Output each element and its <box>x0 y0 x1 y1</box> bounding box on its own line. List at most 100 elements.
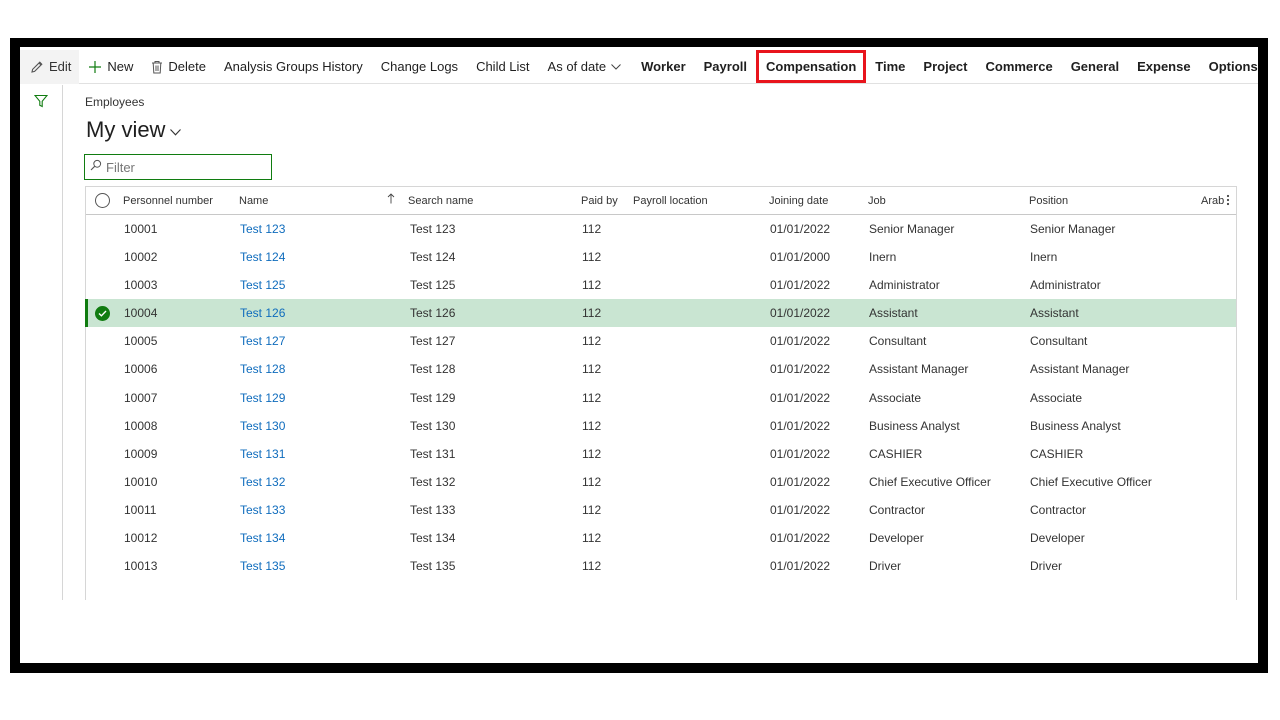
change-logs-button[interactable]: Change Logs <box>372 50 467 84</box>
pencil-icon <box>30 60 44 74</box>
cell-position: Contractor <box>1030 502 1087 517</box>
row-selected-check-icon[interactable] <box>95 306 110 322</box>
tab-payroll[interactable]: Payroll <box>695 50 756 84</box>
filter-pane-icon[interactable] <box>33 94 49 113</box>
cell-paid-by: 112 <box>582 306 602 321</box>
tab-expense[interactable]: Expense <box>1128 50 1199 84</box>
table-row[interactable]: 10005 Test 127 Test 127 112 01/01/2022 Consul… <box>86 327 1236 355</box>
cell-paid-by: 112 <box>582 390 602 405</box>
cell-job: Driver <box>869 559 901 574</box>
cell-paid-by: 112 <box>582 502 602 517</box>
tab-worker[interactable]: Worker <box>632 50 695 84</box>
cell-joining-date: 01/01/2022 <box>770 531 831 546</box>
cell-name-link[interactable]: Test 127 <box>240 334 285 348</box>
cell-name-link[interactable]: Test 132 <box>240 475 285 489</box>
cell-search-name: Test 132 <box>410 474 456 489</box>
cell-personnel-number: 10009 <box>124 446 158 461</box>
cell-joining-date: 01/01/2022 <box>770 446 831 461</box>
as-of-date-label: As of date <box>547 59 607 74</box>
cell-name-link[interactable]: Test 130 <box>240 419 285 433</box>
cell-joining-date: 01/01/2022 <box>770 278 831 293</box>
cell-search-name: Test 127 <box>410 334 456 349</box>
cell-name-link[interactable]: Test 124 <box>240 250 285 264</box>
cell-position: Assistant Manager <box>1030 362 1130 377</box>
tab-options[interactable]: Options <box>1200 50 1258 84</box>
table-row[interactable]: 10010 Test 132 Test 132 112 01/01/2022 Chief … <box>86 468 1236 496</box>
new-button[interactable]: New <box>79 50 142 84</box>
view-selector[interactable]: My view <box>86 117 182 143</box>
action-bar: Edit New Delete Analysis Groups History … <box>20 49 1258 84</box>
table-row[interactable]: 10003 Test 125 Test 125 112 01/01/2022 Admini… <box>86 271 1236 299</box>
cell-search-name: Test 129 <box>410 390 456 405</box>
header-search-name[interactable]: Search name <box>408 195 473 207</box>
filter-box <box>84 154 272 180</box>
analysis-groups-history-button[interactable]: Analysis Groups History <box>215 50 372 84</box>
cell-job: Consultant <box>869 334 927 349</box>
tab-general[interactable]: General <box>1062 50 1128 84</box>
table-row[interactable]: 10009 Test 131 Test 131 112 01/01/2022 CASHIE… <box>86 440 1236 468</box>
cell-search-name: Test 126 <box>410 306 456 321</box>
plus-icon <box>88 60 102 74</box>
header-paid-by[interactable]: Paid by <box>581 195 618 207</box>
tab-commerce[interactable]: Commerce <box>976 50 1061 84</box>
table-row[interactable]: 10001 Test 123 Test 123 112 01/01/2022 Senior… <box>86 215 1236 243</box>
table-row[interactable]: 10011 Test 133 Test 133 112 01/01/2022 Contra… <box>86 496 1236 524</box>
table-row[interactable]: 10008 Test 130 Test 130 112 01/01/2022 Busine… <box>86 412 1236 440</box>
cell-name-link[interactable]: Test 131 <box>240 447 285 461</box>
table-row[interactable]: 10007 Test 129 Test 129 112 01/01/2022 Associ… <box>86 384 1236 412</box>
table-row[interactable]: 10012 Test 134 Test 134 112 01/01/2022 Develo… <box>86 524 1236 552</box>
tab-project[interactable]: Project <box>914 50 976 84</box>
table-row[interactable]: 10002 Test 124 Test 124 112 01/01/2000 Inern I… <box>86 243 1236 271</box>
cell-name-link[interactable]: Test 126 <box>240 306 285 320</box>
cell-personnel-number: 10001 <box>124 222 158 236</box>
cell-name-link[interactable]: Test 135 <box>240 559 285 573</box>
cell-personnel-number: 10008 <box>124 418 158 433</box>
cell-position: Consultant <box>1030 334 1088 349</box>
header-job[interactable]: Job <box>868 195 886 207</box>
cell-name-link[interactable]: Test 128 <box>240 362 285 376</box>
cell-search-name: Test 123 <box>410 222 456 236</box>
cell-name-link[interactable]: Test 125 <box>240 278 285 292</box>
grid-header: Personnel number Name Search name Paid b… <box>86 187 1236 215</box>
tab-time[interactable]: Time <box>866 50 914 84</box>
cell-joining-date: 01/01/2022 <box>770 334 831 349</box>
table-row[interactable]: 10006 Test 128 Test 128 112 01/01/2022 Assist… <box>86 355 1236 383</box>
child-list-button[interactable]: Child List <box>467 50 538 84</box>
cell-personnel-number: 10006 <box>124 362 158 377</box>
cell-name-link[interactable]: Test 123 <box>240 222 285 236</box>
as-of-date-dropdown[interactable]: As of date <box>539 50 631 84</box>
employees-grid: Personnel number Name Search name Paid b… <box>85 186 1237 600</box>
filter-input[interactable] <box>106 159 266 175</box>
cell-job: Administrator <box>869 278 940 293</box>
cell-job: Contractor <box>869 502 926 517</box>
cell-name-link[interactable]: Test 129 <box>240 391 285 405</box>
more-options-icon[interactable] <box>1226 194 1230 209</box>
header-name[interactable]: Name <box>239 195 268 207</box>
cell-position: Business Analyst <box>1030 418 1121 433</box>
header-arab[interactable]: Arab <box>1201 195 1224 207</box>
side-strip <box>20 85 63 600</box>
cell-search-name: Test 128 <box>410 362 456 377</box>
delete-button[interactable]: Delete <box>142 50 215 84</box>
cell-name-link[interactable]: Test 133 <box>240 503 285 517</box>
cell-name-link[interactable]: Test 134 <box>240 531 285 545</box>
tab-compensation[interactable]: Compensation <box>756 49 867 83</box>
search-icon <box>90 158 102 176</box>
table-row[interactable]: 10013 Test 135 Test 135 112 01/01/2022 Driver… <box>86 552 1236 580</box>
header-payroll-location[interactable]: Payroll location <box>633 195 708 207</box>
edit-button[interactable]: Edit <box>20 49 80 84</box>
cell-search-name: Test 135 <box>410 559 456 574</box>
cell-position: Developer <box>1030 531 1085 546</box>
table-row[interactable]: 10004 Test 126 Test 126 112 01/01/2022 Assist… <box>85 299 1236 328</box>
header-personnel-number[interactable]: Personnel number <box>123 195 213 207</box>
cell-paid-by: 112 <box>582 531 602 546</box>
cell-paid-by: 112 <box>582 559 602 574</box>
cell-job: Senior Manager <box>869 222 955 236</box>
header-position[interactable]: Position <box>1029 195 1068 207</box>
cell-personnel-number: 10002 <box>124 250 158 265</box>
header-joining-date[interactable]: Joining date <box>769 195 828 207</box>
trash-icon <box>151 60 163 74</box>
cell-joining-date: 01/01/2022 <box>770 474 831 489</box>
cell-search-name: Test 131 <box>410 446 456 461</box>
select-all-radio[interactable] <box>95 193 110 208</box>
